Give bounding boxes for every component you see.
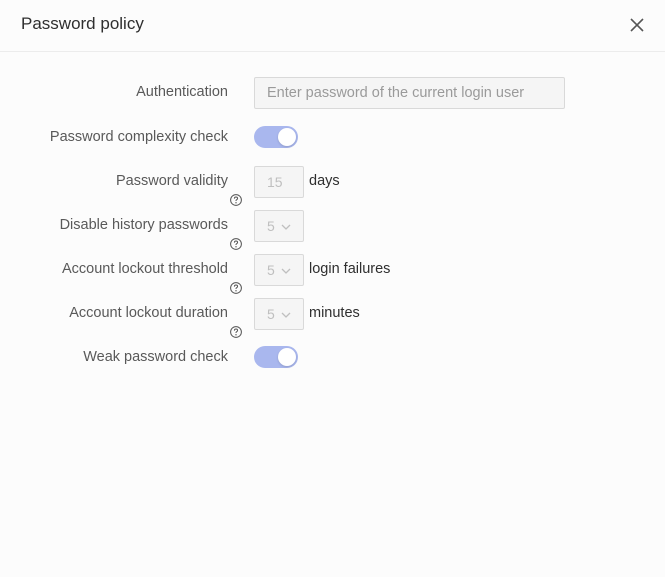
complexity-check-row: Password complexity check <box>0 122 665 154</box>
chevron-down-icon <box>281 312 291 318</box>
complexity-check-label: Password complexity check <box>49 129 228 145</box>
close-icon[interactable] <box>627 15 647 35</box>
password-policy-dialog: Password policy Authentication Password … <box>0 0 665 577</box>
lockout-duration-select[interactable]: 5 <box>254 298 304 330</box>
question-circle-icon[interactable] <box>230 238 242 250</box>
validity-value: 15 <box>267 174 283 190</box>
complexity-check-toggle[interactable] <box>254 126 298 148</box>
question-circle-icon[interactable] <box>230 326 242 338</box>
lockout-duration-suffix: minutes <box>309 305 360 321</box>
validity-row: Password validity 15 days <box>0 166 665 206</box>
lockout-duration-value: 5 <box>267 306 275 322</box>
lockout-threshold-label: Account lockout threshold <box>61 261 228 277</box>
weak-check-row: Weak password check <box>0 342 665 374</box>
dialog-title: Password policy <box>21 14 144 33</box>
toggle-knob <box>278 348 296 366</box>
history-value: 5 <box>267 218 275 234</box>
authentication-password-input[interactable] <box>254 77 565 109</box>
lockout-threshold-suffix: login failures <box>309 261 391 277</box>
question-circle-icon[interactable] <box>230 282 242 294</box>
chevron-down-icon <box>281 224 291 230</box>
lockout-threshold-row: Account lockout threshold 5 login failur… <box>0 254 665 294</box>
authentication-row: Authentication <box>0 77 665 109</box>
history-label: Disable history passwords <box>59 217 228 233</box>
toggle-knob <box>278 128 296 146</box>
lockout-duration-label: Account lockout duration <box>69 305 228 321</box>
dialog-header: Password policy <box>0 0 665 52</box>
history-select[interactable]: 5 <box>254 210 304 242</box>
history-row: Disable history passwords 5 <box>0 210 665 250</box>
authentication-label: Authentication <box>136 84 228 100</box>
question-circle-icon[interactable] <box>230 194 242 206</box>
lockout-duration-row: Account lockout duration 5 minutes <box>0 298 665 338</box>
validity-suffix: days <box>309 173 340 189</box>
weak-check-label: Weak password check <box>83 349 228 365</box>
lockout-threshold-value: 5 <box>267 262 275 278</box>
lockout-threshold-select[interactable]: 5 <box>254 254 304 286</box>
validity-input[interactable]: 15 <box>254 166 304 198</box>
weak-check-toggle[interactable] <box>254 346 298 368</box>
chevron-down-icon <box>281 268 291 274</box>
validity-label: Password validity <box>115 173 228 189</box>
